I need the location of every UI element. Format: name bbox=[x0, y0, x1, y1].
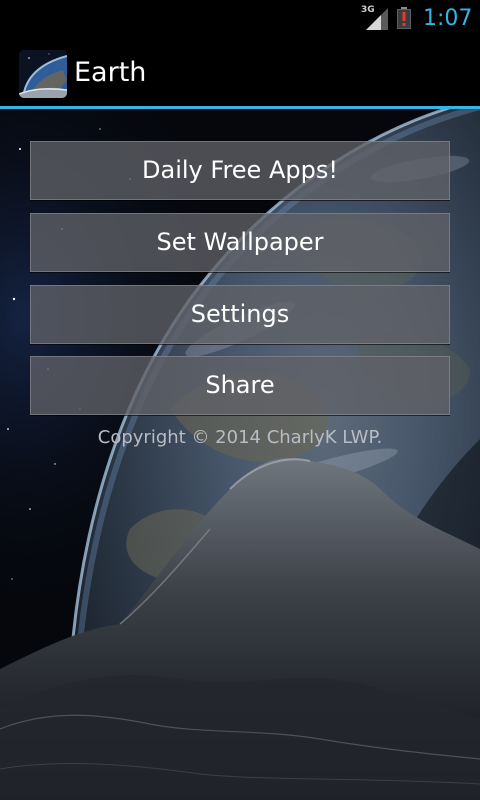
earth-icon bbox=[19, 50, 67, 98]
share-button[interactable]: Share bbox=[30, 356, 450, 415]
battery-alert-icon bbox=[397, 7, 411, 29]
set-wallpaper-button[interactable]: Set Wallpaper bbox=[30, 213, 450, 272]
signal-icon bbox=[366, 8, 388, 30]
action-bar-divider bbox=[0, 106, 480, 109]
daily-free-apps-button[interactable]: Daily Free Apps! bbox=[30, 141, 450, 200]
settings-button[interactable]: Settings bbox=[30, 285, 450, 344]
status-bar: 3G 1:07 bbox=[0, 0, 480, 38]
action-bar: Earth bbox=[0, 38, 480, 106]
earth-app-icon[interactable] bbox=[19, 50, 67, 98]
clock-time: 1:07 bbox=[423, 6, 473, 31]
copyright-text: Copyright © 2014 CharlyK LWP. bbox=[97, 427, 383, 448]
app-screen: 3G 1:07 Earth Daily Free Apps! Set Wallp… bbox=[0, 0, 480, 800]
app-title: Earth bbox=[74, 57, 147, 88]
main-content: Daily Free Apps! Set Wallpaper Settings … bbox=[0, 109, 480, 800]
